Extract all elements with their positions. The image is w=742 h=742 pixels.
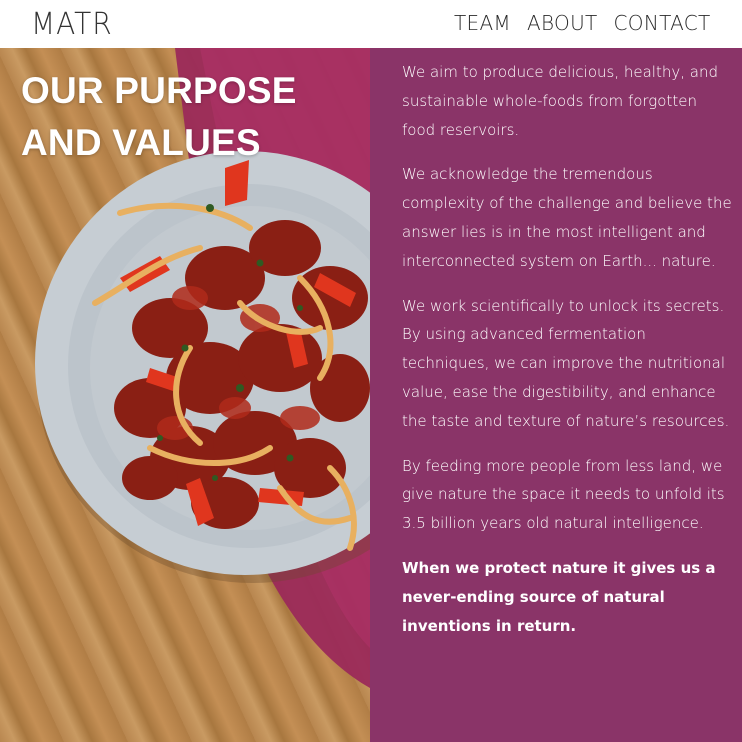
page-title: OUR PURPOSE AND VALUES	[21, 65, 297, 169]
paragraph-aim: We aim to produce delicious, healthy, an…	[402, 63, 718, 139]
title-line-2: AND VALUES	[21, 122, 261, 163]
title-line-1: OUR PURPOSE	[21, 70, 297, 111]
closing-statement: When we protect nature it gives us a nev…	[402, 558, 716, 635]
purpose-text: We aim to produce delicious, healthy, an…	[402, 58, 732, 656]
brand-logo[interactable]: MATR	[31, 6, 113, 42]
top-navigation-bar: MATR TEAM ABOUT CONTACT	[0, 0, 742, 48]
main-nav: TEAM ABOUT CONTACT	[454, 11, 710, 35]
nav-link-about[interactable]: ABOUT	[527, 11, 598, 35]
purpose-text-panel: We aim to produce delicious, healthy, an…	[370, 48, 742, 742]
paragraph-complexity: We acknowledge the tremendous complexity…	[402, 165, 732, 270]
nav-link-team[interactable]: TEAM	[454, 11, 511, 35]
nav-link-contact[interactable]: CONTACT	[614, 11, 711, 35]
paragraph-land: By feeding more people from less land, w…	[402, 456, 725, 533]
food-photo: OUR PURPOSE AND VALUES	[0, 48, 370, 742]
paragraph-science: We work scientifically to unlock its sec…	[402, 296, 730, 430]
